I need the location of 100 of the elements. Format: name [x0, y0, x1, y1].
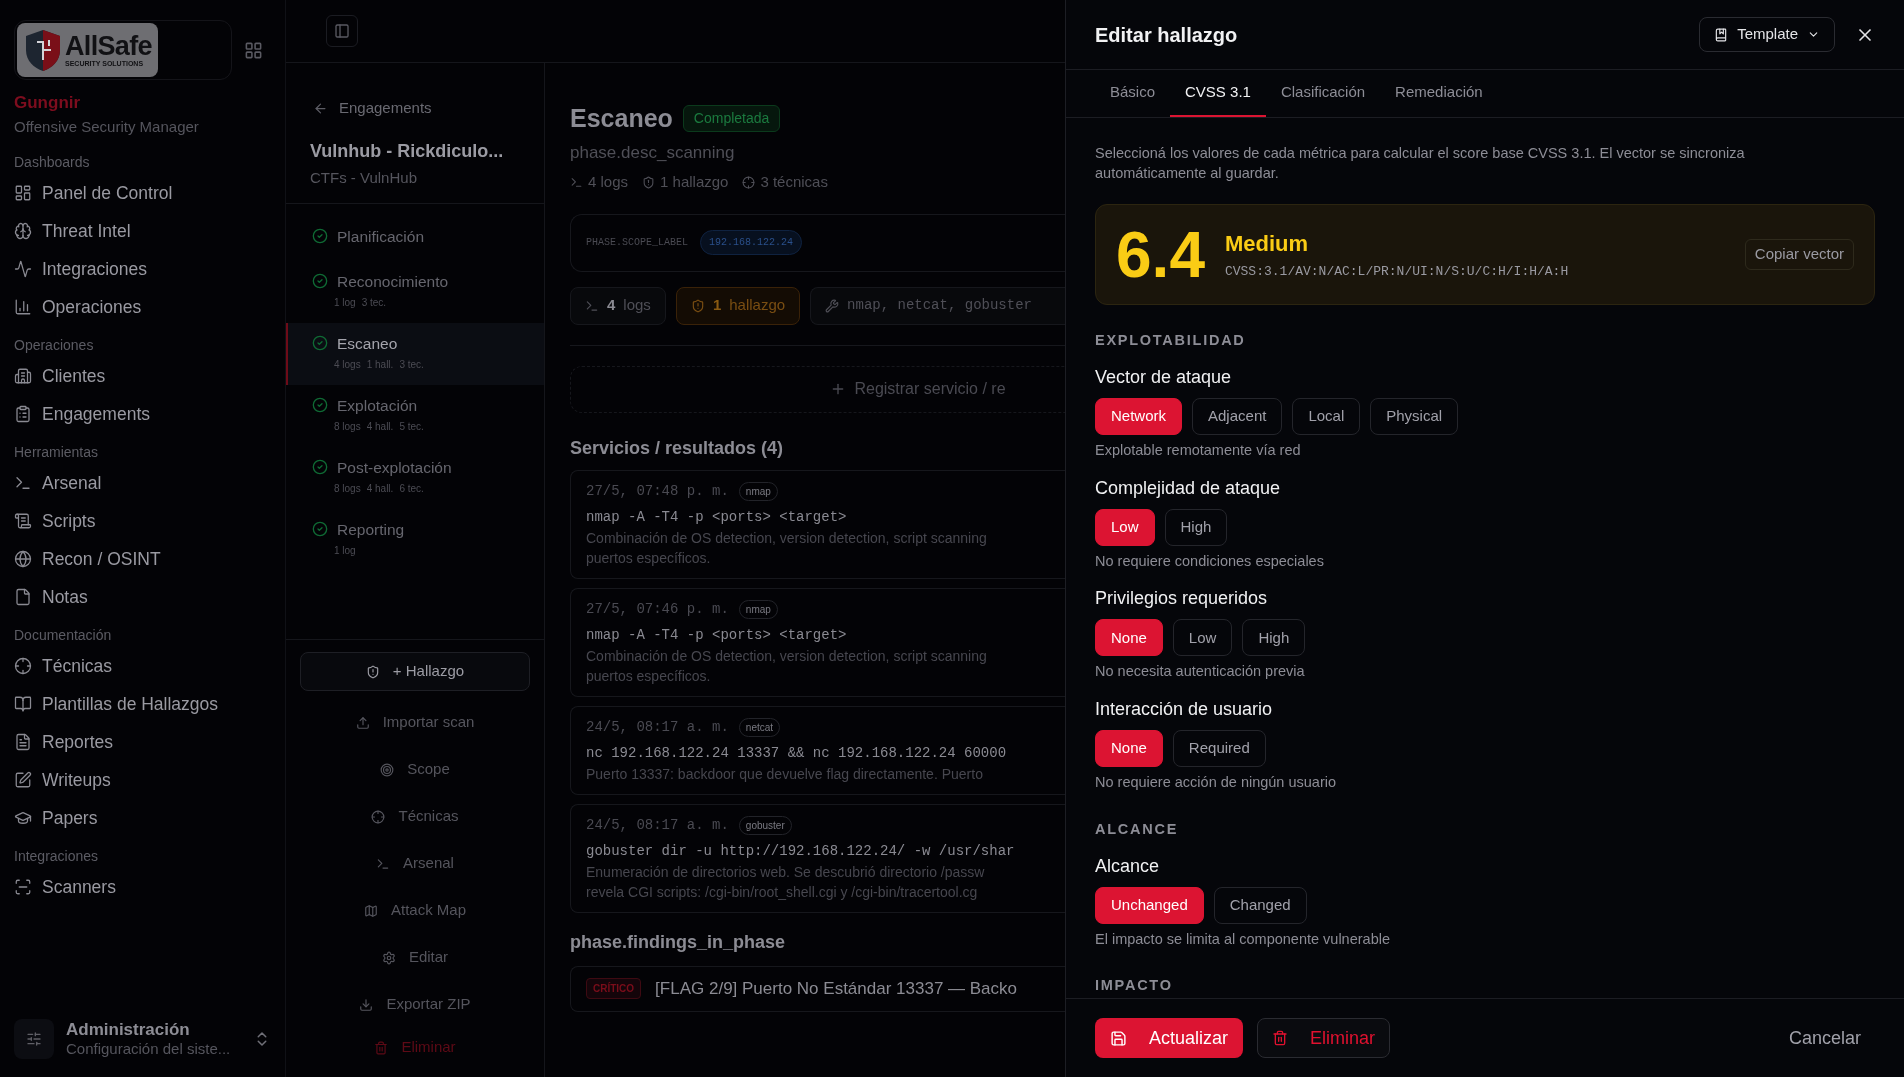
nav-item[interactable]: Threat Intel — [14, 212, 271, 250]
service-command: nmap -A -T4 -p <ports> <target> — [586, 625, 848, 645]
nav-item[interactable]: Scripts — [14, 502, 271, 540]
tools-chip: nmap, netcat, gobuster — [810, 286, 1065, 325]
severity-label: Medium — [1224, 230, 1310, 259]
target-badge: 192.168.122.24 — [700, 230, 803, 255]
check-circle-icon — [312, 459, 328, 475]
delete-button[interactable]: Eliminar — [1257, 1018, 1391, 1058]
option-button[interactable]: Required — [1172, 730, 1266, 767]
nav-item[interactable]: Operaciones — [14, 288, 271, 326]
phase-stat: 1 hall. — [366, 358, 394, 373]
template-button[interactable]: Template — [1699, 17, 1835, 52]
phase-stat: 4 hall. — [366, 482, 394, 497]
phase-item[interactable]: Reconocimiento 1 log 3 tec. — [286, 261, 544, 323]
grid-icon[interactable] — [244, 40, 263, 60]
option-button[interactable]: Low — [1095, 508, 1155, 546]
section-heading: Dashboards — [14, 152, 91, 172]
section-heading: Integraciones — [14, 846, 100, 866]
bar-chart-icon — [14, 298, 32, 316]
phase-item[interactable]: Explotación 8 logs 4 hall. 5 tec. — [286, 385, 544, 447]
section-heading: Herramientas — [14, 442, 100, 462]
engagement-subtitle: CTFs - VulnHub — [309, 167, 418, 188]
metric-hint: No requiere acción de ningún usuario — [1095, 773, 1338, 792]
nav-item[interactable]: Scanners — [14, 868, 271, 906]
update-button[interactable]: Actualizar — [1095, 1018, 1244, 1058]
metric-label: Complejidad de ataque — [1095, 476, 1282, 500]
tab[interactable]: Básico — [1095, 70, 1171, 117]
app-subtitle: Offensive Security Manager — [14, 116, 200, 137]
nav-item[interactable]: Integraciones — [14, 250, 271, 288]
option-button[interactable]: None — [1095, 619, 1163, 657]
nav-item[interactable]: Arsenal — [14, 464, 271, 502]
phase-item[interactable]: Escaneo 4 logs 1 hall. 3 tec. — [286, 323, 544, 385]
section-heading: Documentación — [14, 625, 113, 645]
service-description: Combinación de OS detection, version detection, script scanning — [586, 528, 988, 548]
option-button[interactable]: Unchanged — [1095, 886, 1204, 924]
phase-stat: 3 tec. — [399, 358, 424, 373]
group-heading: IMPACTO — [1095, 976, 1174, 996]
option-button[interactable]: None — [1095, 730, 1163, 767]
nav-item[interactable]: Notas — [14, 578, 271, 616]
back-icon[interactable] — [313, 100, 328, 116]
option-button[interactable]: Local — [1292, 397, 1361, 435]
sidebar-toggle-button[interactable] — [326, 15, 358, 47]
building-icon — [14, 367, 32, 385]
scroll-icon — [14, 512, 32, 530]
shield-icon — [642, 175, 656, 189]
action-button[interactable]: + Hallazgo — [300, 652, 530, 691]
terminal-icon — [376, 856, 391, 871]
severity-badge: CRÍTICO — [586, 978, 642, 999]
nav-item[interactable]: Panel de Control — [14, 174, 271, 212]
cancel-button[interactable]: Cancelar — [1788, 1024, 1861, 1052]
edit-icon — [14, 771, 32, 789]
trash-icon — [374, 1040, 389, 1055]
app-name: Gungnir — [14, 92, 82, 114]
option-button[interactable]: Changed — [1213, 886, 1307, 924]
nav-item[interactable]: Papers — [14, 799, 271, 837]
nav-item[interactable]: Engagements — [14, 395, 271, 433]
nav-item[interactable]: Clientes — [14, 357, 271, 395]
phase-stat: 8 logs — [334, 420, 361, 435]
admin-avatar[interactable] — [14, 1019, 54, 1059]
target-icon — [380, 762, 395, 777]
phase-item[interactable]: Planificación — [286, 216, 544, 261]
option-button[interactable]: Adjacent — [1192, 397, 1283, 435]
copy-vector-button[interactable]: Copiar vector — [1744, 239, 1854, 270]
shield-icon — [365, 664, 380, 679]
engagement-title: Vulnhub - Rickdiculo... — [309, 139, 505, 163]
tab[interactable]: Clasificación — [1265, 70, 1381, 117]
nav-item[interactable]: Reportes — [14, 723, 271, 761]
phase-name: Reconocimiento — [337, 272, 449, 292]
group-heading: ALCANCE — [1095, 819, 1180, 839]
metric-hint: No necesita autenticación previa — [1095, 662, 1306, 682]
nav-item[interactable]: Writeups — [14, 761, 271, 799]
tab[interactable]: Remediación — [1380, 70, 1498, 117]
service-description: Combinación de OS detection, version detection, script scanning — [586, 646, 988, 666]
file-icon — [14, 588, 32, 606]
panel-icon — [334, 23, 350, 39]
nav-item[interactable]: Técnicas — [14, 647, 271, 685]
back-link[interactable]: Engagements — [339, 97, 432, 120]
phase-item[interactable]: Post-explotación 8 logs 4 hall. 6 tec. — [286, 447, 544, 509]
wrench-icon — [825, 298, 840, 313]
check-circle-icon — [312, 335, 328, 351]
phase-name: Reporting — [337, 520, 405, 540]
metric-hint: No requiere condiciones especiales — [1095, 551, 1325, 571]
nav-item[interactable]: Recon / OSINT — [14, 540, 271, 578]
download-icon — [359, 997, 374, 1012]
nav-item[interactable]: Plantillas de Hallazgos — [14, 685, 271, 723]
settings-icon — [381, 950, 396, 965]
clipboard-icon — [14, 405, 32, 423]
scope-label: PHASE.SCOPE_LABEL — [586, 236, 689, 250]
tab[interactable]: CVSS 3.1 — [1170, 70, 1266, 117]
phase-item[interactable]: Reporting 1 log — [286, 509, 544, 571]
phase-meta: 4 logs — [588, 172, 629, 192]
option-button[interactable]: Network — [1095, 397, 1182, 435]
option-button[interactable]: High — [1242, 619, 1306, 657]
admin-subtitle: Configuración del siste... — [66, 1040, 231, 1059]
option-button[interactable]: Low — [1172, 619, 1233, 657]
score-value: 6.4 — [1116, 222, 1205, 287]
option-button[interactable]: High — [1164, 508, 1228, 546]
option-button[interactable]: Physical — [1370, 397, 1459, 435]
brain-icon — [14, 222, 32, 240]
metric-label: Privilegios requeridos — [1095, 587, 1269, 611]
